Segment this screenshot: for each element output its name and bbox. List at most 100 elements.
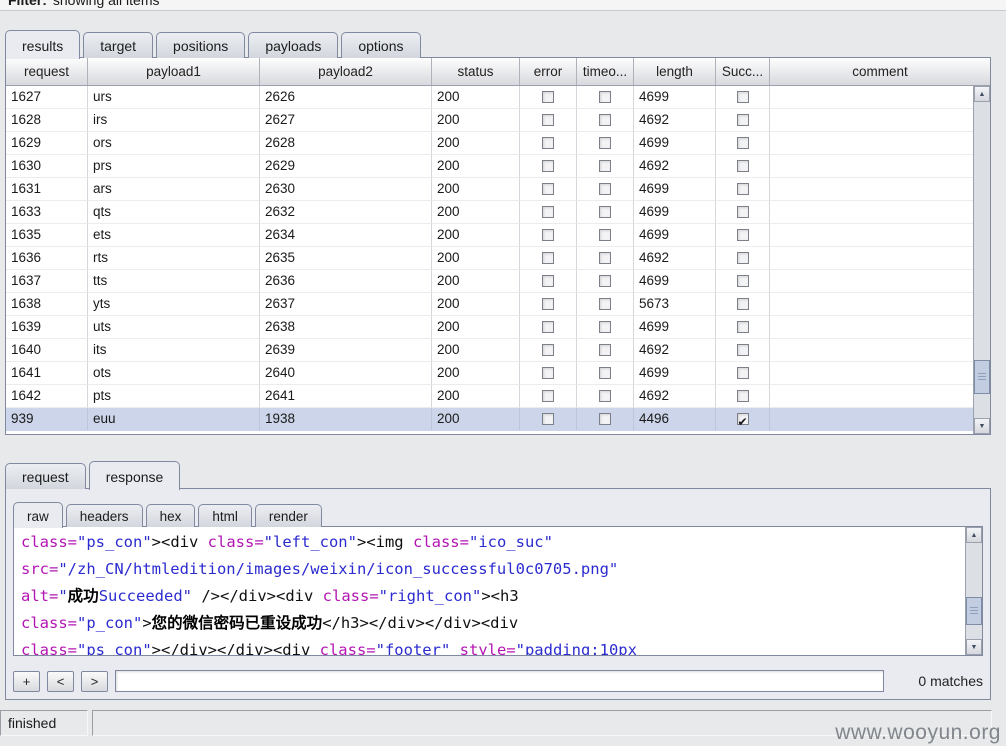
error-checkbox[interactable] [542,137,554,149]
column-header-request[interactable]: request [6,58,88,85]
table-row[interactable]: 1627 urs 2626 200 4699 [6,86,973,109]
timeout-checkbox[interactable] [599,91,611,103]
timeout-checkbox[interactable] [599,137,611,149]
tab-payloads[interactable]: payloads [248,32,339,58]
success-checkbox[interactable] [736,275,749,287]
success-checkbox[interactable] [736,411,749,430]
timeout-checkbox[interactable] [599,413,611,425]
column-header-comment[interactable]: comment [770,58,990,85]
error-checkbox[interactable] [542,298,554,310]
timeout-checkbox[interactable] [599,229,611,241]
error-checkbox[interactable] [542,252,554,264]
success-checkbox[interactable] [736,367,749,379]
scrollbar-thumb[interactable] [974,360,990,394]
table-row[interactable]: 1641 ots 2640 200 4699 [6,362,973,385]
error-checkbox[interactable] [542,114,554,126]
timeout-checkbox[interactable] [599,252,611,264]
error-checkbox[interactable] [542,413,554,425]
timeout-checkbox[interactable] [599,298,611,310]
cell-length: 4692 [634,385,716,408]
error-checkbox[interactable] [542,275,554,287]
timeout-checkbox[interactable] [599,390,611,402]
tab-request[interactable]: request [5,463,86,489]
tab-raw[interactable]: raw [13,502,63,528]
cell-length: 4496 [634,408,716,431]
error-checkbox[interactable] [542,183,554,195]
timeout-checkbox[interactable] [599,183,611,195]
table-row[interactable]: 1638 yts 2637 200 5673 [6,293,973,316]
success-checkbox[interactable] [736,298,749,310]
response-scrollbar-thumb[interactable] [966,597,982,625]
error-checkbox[interactable] [542,206,554,218]
timeout-checkbox[interactable] [599,206,611,218]
column-header-payload1[interactable]: payload1 [88,58,260,85]
cell-comment [770,293,973,316]
table-row[interactable]: 1642 pts 2641 200 4692 [6,385,973,408]
tab-hex[interactable]: hex [145,504,196,527]
table-row[interactable]: 1640 its 2639 200 4692 [6,339,973,362]
next-match-button[interactable]: > [81,670,108,692]
table-row[interactable]: 1628 irs 2627 200 4692 [6,109,973,132]
cell-payload1: qts [88,201,260,224]
scroll-down-button[interactable]: ▼ [974,418,990,434]
column-header-error[interactable]: error [520,58,577,85]
column-header-status[interactable]: status [432,58,520,85]
table-row[interactable]: 1639 uts 2638 200 4699 [6,316,973,339]
column-header-length[interactable]: length [634,58,716,85]
timeout-checkbox[interactable] [599,344,611,356]
tab-positions[interactable]: positions [156,32,246,58]
success-checkbox[interactable] [736,390,749,402]
table-row[interactable]: 1635 ets 2634 200 4699 [6,224,973,247]
column-header-success[interactable]: Succ... [716,58,770,85]
error-checkbox[interactable] [542,344,554,356]
tab-headers[interactable]: headers [65,504,143,527]
search-input[interactable] [115,670,884,692]
tab-html[interactable]: html [198,504,252,527]
error-checkbox[interactable] [542,91,554,103]
table-scrollbar[interactable]: ▲ ▼ [973,86,990,434]
tab-render[interactable]: render [254,504,322,527]
column-header-timeout[interactable]: timeo... [577,58,634,85]
error-checkbox[interactable] [542,321,554,333]
table-row[interactable]: 1630 prs 2629 200 4692 [6,155,973,178]
table-row[interactable]: 1637 tts 2636 200 4699 [6,270,973,293]
timeout-checkbox[interactable] [599,160,611,172]
success-checkbox[interactable] [736,114,749,126]
success-checkbox[interactable] [736,137,749,149]
response-scroll-up-button[interactable]: ▲ [966,527,982,543]
tab-options[interactable]: options [341,32,421,58]
prev-match-button[interactable]: < [47,670,74,692]
table-row[interactable]: 939 euu 1938 200 4496 [6,408,973,431]
error-checkbox[interactable] [542,367,554,379]
success-checkbox[interactable] [736,229,749,241]
table-row[interactable]: 1633 qts 2632 200 4699 [6,201,973,224]
success-checkbox[interactable] [736,160,749,172]
timeout-checkbox[interactable] [599,321,611,333]
timeout-checkbox[interactable] [599,275,611,287]
table-row[interactable]: 1636 rts 2635 200 4692 [6,247,973,270]
success-checkbox[interactable] [736,183,749,195]
scroll-up-button[interactable]: ▲ [974,86,990,102]
success-checkbox[interactable] [736,321,749,333]
tab-results[interactable]: results [5,30,81,59]
cell-comment [770,339,973,362]
response-scrollbar[interactable]: ▲ ▼ [965,527,982,655]
response-raw-text[interactable]: class="ps_con"><div class="left_con"><im… [14,527,965,655]
error-checkbox[interactable] [542,229,554,241]
table-row[interactable]: 1629 ors 2628 200 4699 [6,132,973,155]
success-checkbox[interactable] [736,344,749,356]
tab-response[interactable]: response [88,461,181,490]
watermark: www.wooyun.org [835,721,1001,744]
column-header-payload2[interactable]: payload2 [260,58,432,85]
error-checkbox[interactable] [542,390,554,402]
error-checkbox[interactable] [542,160,554,172]
timeout-checkbox[interactable] [599,114,611,126]
table-row[interactable]: 1631 ars 2630 200 4699 [6,178,973,201]
success-checkbox[interactable] [736,91,749,103]
success-checkbox[interactable] [736,252,749,264]
add-search-button[interactable]: + [13,670,40,692]
tab-target[interactable]: target [83,32,154,58]
response-scroll-down-button[interactable]: ▼ [966,639,982,655]
success-checkbox[interactable] [736,206,749,218]
timeout-checkbox[interactable] [599,367,611,379]
